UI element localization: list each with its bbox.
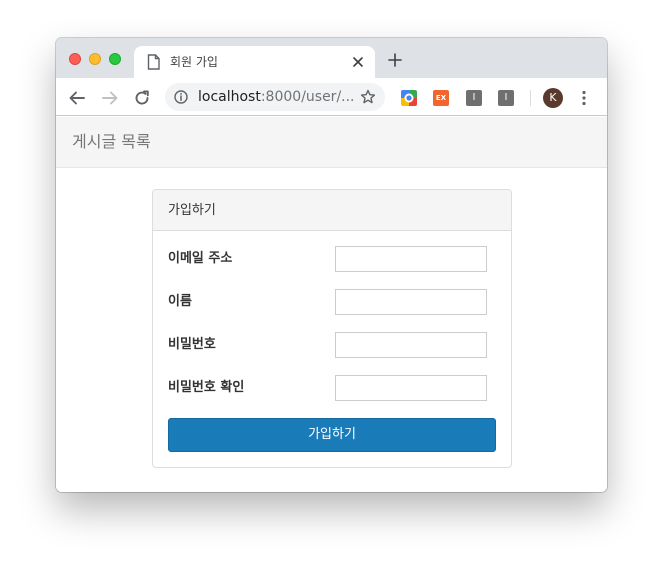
name-label: 이름	[168, 294, 192, 309]
page-content: 게시글 목록 가입하기 이메일 주소 이름 비밀번호 비밀번호 확인 가입하기	[56, 117, 607, 492]
password-label: 비밀번호	[168, 337, 216, 352]
window-minimize-button[interactable]	[89, 53, 101, 65]
form-row-name: 이름	[168, 289, 498, 315]
browser-tab[interactable]: 회원 가입	[134, 46, 375, 78]
tab-close-icon[interactable]	[351, 55, 365, 69]
tab-strip: 회원 가입	[56, 38, 607, 78]
url-path: :8000/user/...	[260, 89, 355, 105]
browser-window: 회원 가입 localhost:8000/user/... EX I I K 게…	[56, 38, 607, 492]
info-icon[interactable]	[174, 90, 188, 104]
kebab-menu-icon[interactable]	[581, 90, 587, 106]
panel-title: 가입하기	[168, 203, 216, 218]
profile-avatar[interactable]: K	[543, 88, 563, 108]
back-arrow-icon[interactable]	[68, 89, 86, 107]
url-host: localhost	[198, 89, 261, 105]
form-row-password: 비밀번호	[168, 332, 498, 358]
file-icon	[147, 54, 160, 70]
toolbar-divider	[530, 90, 531, 106]
password-field[interactable]	[335, 332, 487, 358]
form-row-email: 이메일 주소	[168, 246, 498, 272]
email-label: 이메일 주소	[168, 251, 233, 266]
url-text[interactable]: localhost:8000/user/...	[198, 89, 355, 105]
reload-icon[interactable]	[133, 89, 151, 107]
new-tab-icon[interactable]	[388, 53, 402, 67]
form-row-password-confirm: 비밀번호 확인	[168, 375, 498, 401]
tab-title: 회원 가입	[170, 55, 218, 69]
navbar: 게시글 목록	[56, 117, 607, 168]
email-field[interactable]	[335, 246, 487, 272]
signup-panel: 가입하기 이메일 주소 이름 비밀번호 비밀번호 확인 가입하기	[152, 189, 512, 468]
i-extension-icon[interactable]: I	[498, 90, 514, 106]
star-icon[interactable]	[360, 89, 376, 105]
panel-heading: 가입하기	[153, 190, 511, 231]
i-extension-icon[interactable]: I	[466, 90, 482, 106]
password-confirm-field[interactable]	[335, 375, 487, 401]
forward-arrow-icon[interactable]	[101, 89, 119, 107]
name-field[interactable]	[335, 289, 487, 315]
browser-toolbar: localhost:8000/user/... EX I I K	[56, 78, 607, 116]
navbar-brand-link[interactable]: 게시글 목록	[72, 132, 151, 152]
signup-submit-button[interactable]: 가입하기	[168, 418, 496, 452]
password-confirm-label: 비밀번호 확인	[168, 380, 245, 395]
ex-extension-icon[interactable]: EX	[433, 90, 449, 106]
google-extension-icon[interactable]	[401, 90, 417, 106]
window-close-button[interactable]	[69, 53, 81, 65]
address-bar[interactable]: localhost:8000/user/...	[165, 83, 385, 111]
window-maximize-button[interactable]	[109, 53, 121, 65]
